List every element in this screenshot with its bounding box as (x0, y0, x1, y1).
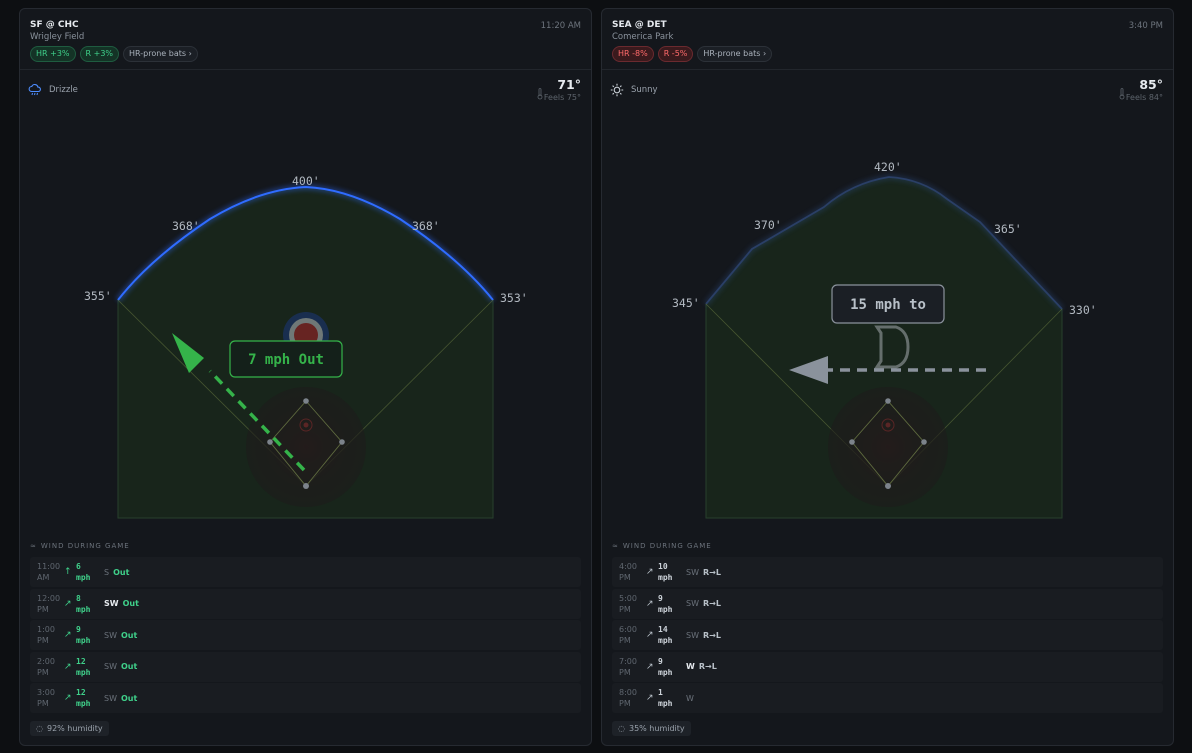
third-base (267, 439, 273, 445)
home-plate (885, 483, 891, 489)
matchup-title: SF @ CHC (30, 20, 79, 30)
game-time: 3:40 PM (1128, 21, 1163, 31)
wind-icon: ≈ (612, 542, 619, 550)
humidity-icon: ◌ (618, 724, 625, 733)
temperature: 85° Feels 84° (1126, 77, 1163, 102)
feels-like: Feels 75° (543, 93, 581, 102)
distance-lf-line: 345' (672, 296, 700, 310)
game-card-sf-chc[interactable]: SF @ CHC Wrigley Field 11:20 AM HR +3% R… (19, 8, 592, 746)
ballpark-name: Wrigley Field (30, 32, 85, 42)
first-base (339, 439, 345, 445)
wind-row[interactable]: 4:00 PM ↗ 10 mph SW R→L (612, 557, 1163, 587)
wind-direction-icon: ↗ (64, 693, 72, 703)
ballpark-name: Comerica Park (612, 32, 674, 42)
game-header: SEA @ DET Comerica Park 3:40 PM HR -8% R… (602, 9, 1173, 70)
distance-lf-line: 355' (84, 289, 112, 303)
impact-badges: HR -8% R -5% HR-prone bats › (612, 46, 773, 62)
ballpark-diagram: 345' 370' 420' 365' 330' 15 mph to (672, 160, 1097, 519)
wind-row[interactable]: 7:00 PM ↗ 9 mph W R→L (612, 651, 1163, 682)
temperature-value: 71° (557, 77, 581, 92)
temperature-value: 85° (1139, 77, 1163, 92)
wind-row[interactable]: 8:00 PM ↗ 1 mph W (612, 683, 1163, 713)
third-base (849, 439, 855, 445)
weather-condition: Drizzle (28, 83, 78, 97)
weather-label: Drizzle (49, 85, 78, 95)
wind-direction-icon: ↗ (646, 598, 654, 609)
wind-direction-icon: ↗ (646, 630, 654, 640)
wind-row[interactable]: 1:00 PM ↗ 9 mph SW Out (30, 620, 581, 650)
wind-direction-icon: ↗ (646, 661, 654, 672)
distance-rcf: 365' (994, 222, 1022, 236)
wind-direction-icon: ↑ (64, 567, 72, 577)
sun-icon (610, 83, 624, 97)
impact-badges: HR +3% R +3% HR-prone bats › (30, 46, 198, 62)
wind-direction-icon: ↗ (64, 661, 72, 672)
hr-impact-badge: HR +3% (30, 46, 76, 62)
home-plate (303, 483, 309, 489)
wind-direction-icon: ↗ (64, 630, 72, 640)
wind-row[interactable]: 2:00 PM ↗ 12 mph SW Out (30, 651, 581, 682)
runs-impact-badge: R -5% (657, 46, 694, 62)
thermometer-icon (537, 88, 543, 100)
distance-lcf: 370' (754, 218, 782, 232)
wind-during-game-title: ≈ WIND DURING GAME (612, 542, 712, 550)
hr-prone-bats-link[interactable]: HR-prone bats › (697, 46, 773, 62)
distance-cf: 400' (292, 174, 320, 188)
weather-label: Sunny (631, 85, 658, 95)
weather-condition: Sunny (610, 83, 658, 97)
distance-rf-line: 330' (1069, 303, 1097, 317)
distance-rf-line: 353' (500, 291, 528, 305)
humidity-icon: ◌ (36, 724, 43, 733)
wind-direction-icon: ↗ (64, 598, 72, 609)
wind-row[interactable]: 5:00 PM ↗ 9 mph SW R→L (612, 588, 1163, 619)
wind-row[interactable]: 11:00 AM ↑ 6 mph S Out (30, 557, 581, 587)
thermometer-icon (1119, 88, 1125, 100)
game-card-sea-det[interactable]: SEA @ DET Comerica Park 3:40 PM HR -8% R… (601, 8, 1174, 746)
wind-timeline: 4:00 PM ↗ 10 mph SW R→L 5:00 PM ↗ 9 mph SW R… (612, 557, 1163, 715)
second-base (885, 398, 891, 404)
wind-row[interactable]: 6:00 PM ↗ 14 mph SW R→L (612, 620, 1163, 650)
ballpark-diagram: 355' 368' 400' 368' 353' 7 mph Out (84, 174, 528, 519)
humidity-chip: ◌ 35% humidity (612, 721, 691, 736)
wind-during-game-title: ≈ WIND DURING GAME (30, 542, 130, 550)
wind-row[interactable]: 3:00 PM ↗ 12 mph SW Out (30, 683, 581, 713)
distance-lcf: 368' (172, 219, 200, 233)
wind-icon: ≈ (30, 542, 37, 550)
hr-impact-badge: HR -8% (612, 46, 654, 62)
feels-like: Feels 84° (1125, 93, 1163, 102)
wind-timeline: 11:00 AM ↑ 6 mph S Out 12:00 PM ↗ 8 mph SW O… (30, 557, 581, 715)
matchup-title: SEA @ DET (612, 20, 667, 30)
game-time: 11:20 AM (540, 21, 581, 31)
runs-impact-badge: R +3% (79, 46, 120, 62)
hr-prone-bats-link[interactable]: HR-prone bats › (123, 46, 198, 62)
wind-label: 15 mph to (850, 297, 926, 313)
wind-label: 7 mph Out (248, 352, 324, 368)
game-header: SF @ CHC Wrigley Field 11:20 AM HR +3% R… (20, 9, 591, 70)
second-base (303, 398, 309, 404)
wind-row[interactable]: 12:00 PM ↗ 8 mph SW Out (30, 588, 581, 619)
wind-direction-icon: ↗ (646, 567, 654, 577)
distance-cf: 420' (874, 160, 902, 174)
distance-rcf: 368' (412, 219, 440, 233)
humidity-chip: ◌ 92% humidity (30, 721, 109, 736)
wind-direction-icon: ↗ (646, 693, 654, 703)
drizzle-icon (28, 83, 41, 96)
first-base (921, 439, 927, 445)
temperature: 71° Feels 75° (544, 77, 581, 102)
